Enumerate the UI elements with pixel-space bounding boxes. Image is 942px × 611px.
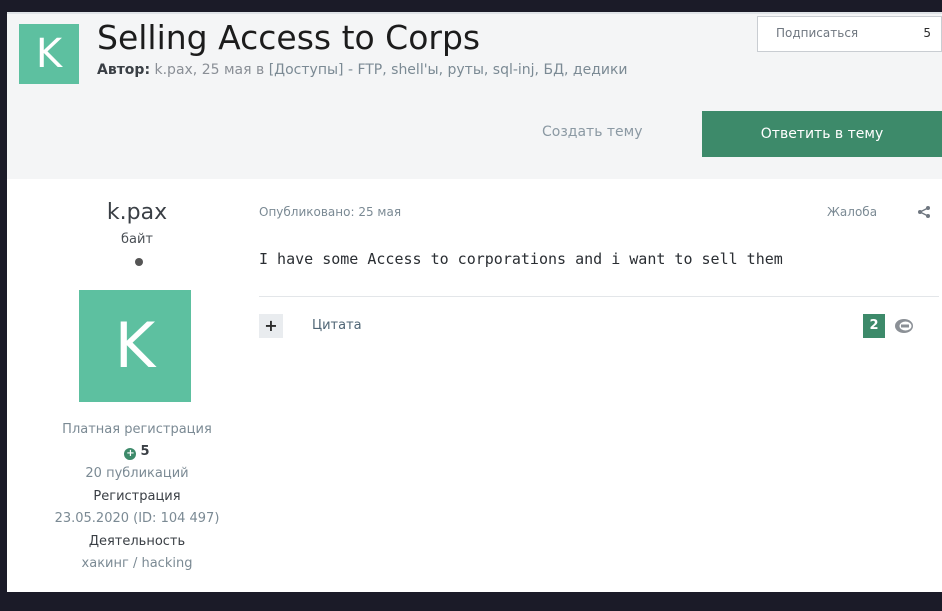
author-posts[interactable]: 20 публикаций xyxy=(7,466,267,481)
subscribe-button[interactable]: Подписаться 5 xyxy=(757,16,942,52)
topic-avatar[interactable]: K xyxy=(19,24,79,84)
create-topic-button[interactable]: Создать тему xyxy=(542,124,643,140)
forum-prefix: в xyxy=(256,62,265,78)
post-body: I have some Access to corporations and i… xyxy=(259,250,783,268)
reaction-count[interactable]: 2 xyxy=(863,314,885,338)
report-link[interactable]: Жалоба xyxy=(827,205,877,219)
plus-circle-icon: + xyxy=(124,448,137,460)
author-name[interactable]: k.pax xyxy=(7,200,267,225)
topic-date: 25 мая xyxy=(201,62,252,78)
reputation-value: 5 xyxy=(140,444,150,459)
page-title: Selling Access to Corps xyxy=(97,18,481,57)
reply-button[interactable]: Ответить в тему xyxy=(702,111,942,157)
topic-header: K Selling Access to Corps Автор: k.pax, … xyxy=(7,12,942,179)
forum-panel: K Selling Access to Corps Автор: k.pax, … xyxy=(7,12,942,592)
avatar[interactable]: K xyxy=(79,290,191,402)
reputation-badge: +5 xyxy=(7,444,267,460)
forum-link[interactable]: [Доступы] - FTP, shell'ы, руты, sql-inj,… xyxy=(269,62,628,78)
divider xyxy=(259,296,939,297)
reg-value: 23.05.2020 (ID: 104 497) xyxy=(54,511,220,526)
author-link[interactable]: k.pax, xyxy=(155,62,198,78)
subscribe-count: 5 xyxy=(923,26,931,40)
author-label: Автор: xyxy=(97,62,151,78)
multiquote-button[interactable]: + xyxy=(259,314,283,338)
post-date: Опубликовано: 25 мая xyxy=(259,205,402,219)
status-dot xyxy=(135,258,143,266)
author-group: Платная регистрация xyxy=(62,422,212,437)
topic-byline: Автор: k.pax, 25 мая в [Доступы] - FTP, … xyxy=(97,62,628,78)
quote-button[interactable]: Цитата xyxy=(312,318,362,333)
activity-value: хакинг / hacking xyxy=(81,556,193,571)
reg-label: Регистрация xyxy=(93,489,181,504)
share-icon[interactable] xyxy=(917,205,931,219)
activity-label: Деятельность xyxy=(88,534,186,549)
author-rank: байт xyxy=(120,232,153,247)
subscribe-label: Подписаться xyxy=(776,26,859,40)
reaction-icon[interactable] xyxy=(893,317,915,335)
